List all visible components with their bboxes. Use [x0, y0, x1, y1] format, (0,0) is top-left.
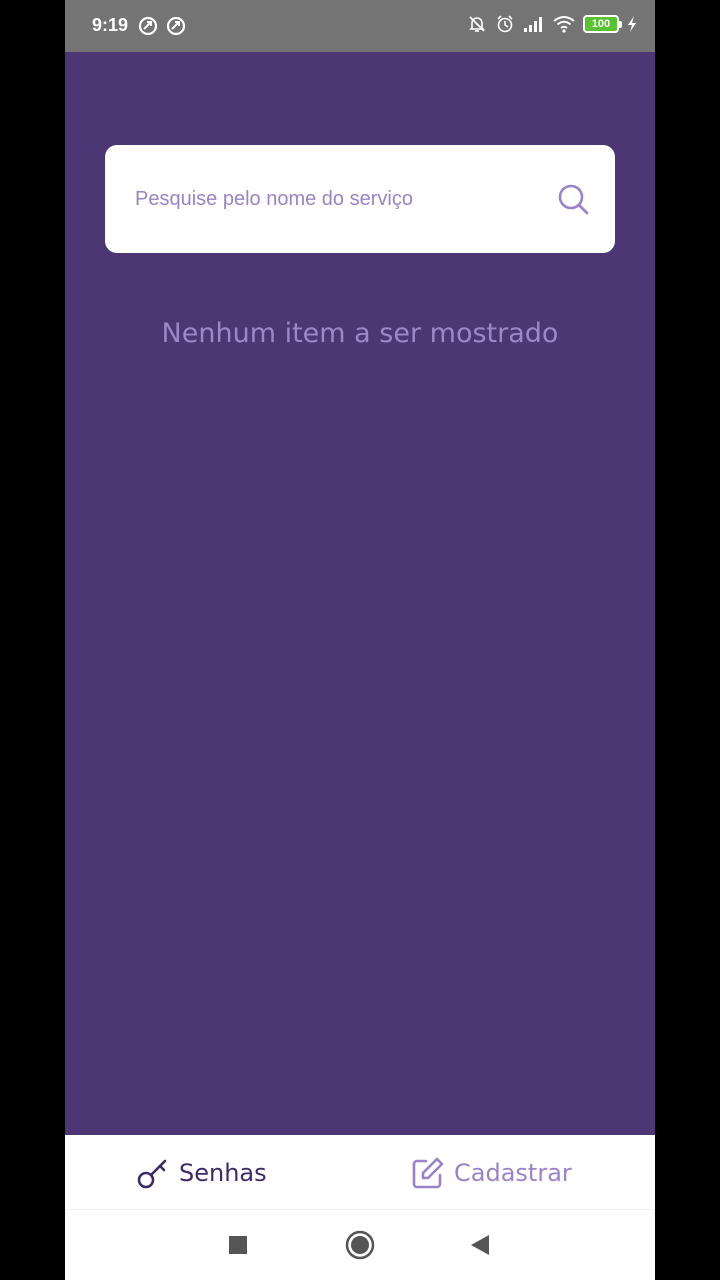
home-button[interactable] — [345, 1230, 375, 1260]
battery-indicator: 100 — [583, 15, 622, 33]
signal-icon — [524, 17, 542, 32]
search-box — [105, 145, 615, 253]
search-input[interactable] — [135, 179, 535, 219]
recents-button[interactable] — [228, 1235, 248, 1255]
charging-icon — [628, 16, 636, 32]
tab-cadastrar[interactable]: Cadastrar — [410, 1135, 572, 1210]
status-bar: 9:19 100 — [65, 0, 655, 52]
empty-state-message: Nenhum item a ser mostrado — [161, 318, 559, 349]
bottom-nav: Senhas Cadastrar — [65, 1135, 655, 1210]
tab-cadastrar-label: Cadastrar — [454, 1158, 572, 1187]
alarm-icon — [497, 15, 513, 33]
edit-icon — [412, 1157, 444, 1188]
notification-app-icon — [138, 16, 158, 36]
back-button[interactable] — [469, 1234, 491, 1256]
status-system-icons: 100 — [467, 14, 637, 34]
notification-app-icon — [166, 16, 186, 36]
key-icon — [137, 1159, 167, 1188]
status-time: 9:19 — [92, 15, 129, 35]
muted-bell-icon — [469, 16, 485, 32]
tab-senhas-label: Senhas — [179, 1158, 267, 1187]
wifi-icon — [553, 16, 575, 33]
tab-senhas[interactable]: Senhas — [135, 1135, 267, 1210]
battery-level: 100 — [591, 18, 611, 30]
search-icon[interactable] — [555, 181, 591, 217]
system-nav-bar — [65, 1210, 655, 1280]
status-notification-icons — [138, 16, 186, 36]
app-screen: 9:19 100 Pesquise pelo nome do serviço N… — [65, 0, 655, 1280]
